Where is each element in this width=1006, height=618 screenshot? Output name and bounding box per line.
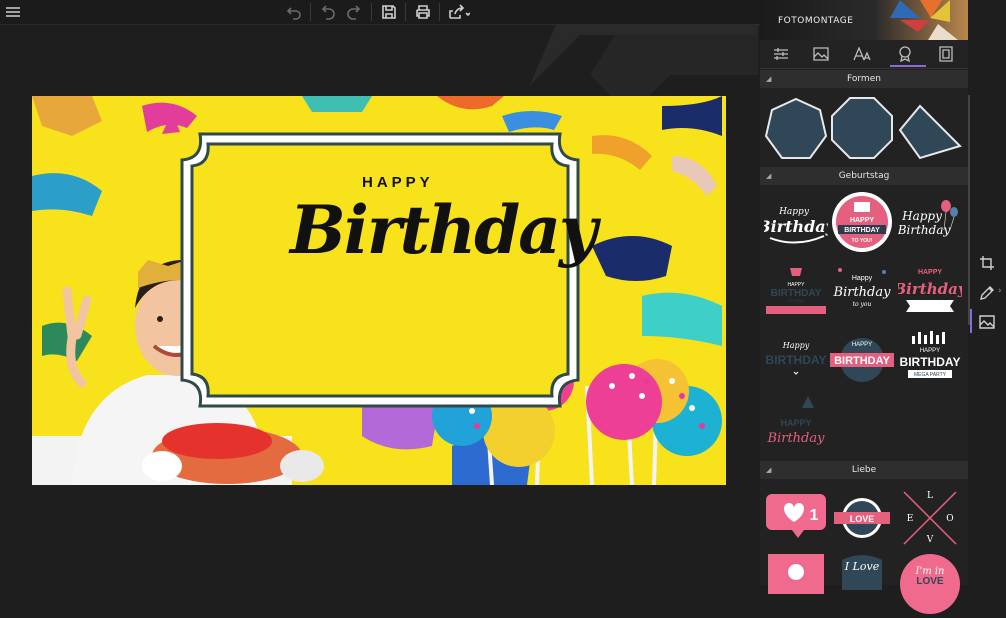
- sticker-text: HAPPY: [920, 348, 940, 354]
- printer-icon[interactable]: [413, 2, 433, 22]
- sticker-text: LOVE: [850, 514, 875, 524]
- photo-montage-image: [32, 96, 726, 485]
- sticker-happy-birthday-banner[interactable]: Happy BIRTHDAY: [764, 326, 828, 390]
- sticker-happy-birthday-confetti[interactable]: Happy Birthday to you: [830, 258, 894, 322]
- sticker-birthday-text: Birthday: [290, 191, 597, 269]
- sticker-text: HAPPY: [780, 418, 811, 428]
- badge-icon: [899, 46, 911, 62]
- sticker-love-pink-tag[interactable]: [764, 550, 828, 614]
- sticker-text: Happy: [901, 209, 942, 223]
- sticker-happy-birthday-script[interactable]: Happy Birthday: [756, 190, 837, 254]
- sticker-happy-birthday-party-hat[interactable]: HAPPY Birthday: [764, 392, 828, 456]
- panel-header-banner: FOTOMONTAGE: [760, 0, 968, 40]
- sticker-text: Birthday: [764, 217, 828, 236]
- sticker-love-badge[interactable]: LOVE: [830, 486, 894, 550]
- sticker-text: BIRTHDAY: [844, 227, 880, 234]
- section-header-birthday[interactable]: ◢ Geburtstag: [760, 167, 968, 185]
- collapse-triangle-icon: ◢: [766, 172, 772, 180]
- canvas-workspace[interactable]: HAPPY Birthday: [0, 25, 758, 585]
- photo-canvas[interactable]: HAPPY Birthday: [32, 96, 726, 485]
- undo-step-icon[interactable]: [318, 2, 338, 22]
- section-title: Liebe: [851, 465, 877, 475]
- sticker-text: MEGA PARTY: [914, 372, 947, 378]
- active-tool-indicator: [970, 309, 972, 333]
- sticker-panel: FOTOMONTAGE ◢ Formen ◢ Geburtstag Happy …: [756, 0, 968, 614]
- sticker-text: Birthday: [833, 285, 892, 300]
- sticker-text: V: [926, 535, 934, 545]
- sticker-text: Happy: [778, 207, 810, 217]
- undo-icon[interactable]: [284, 2, 304, 22]
- tab-adjust[interactable]: [766, 44, 796, 64]
- shape-heptagon[interactable]: [764, 96, 828, 160]
- sticker-text: HAPPY: [850, 217, 874, 224]
- sticker-text: BIRTHDAY: [900, 355, 961, 369]
- sticker-text: O: [946, 514, 953, 524]
- sticker-birthday-mega-party[interactable]: HAPPY BIRTHDAY MEGA PARTY: [898, 326, 962, 390]
- sticker-text: to you: [853, 301, 872, 308]
- section-title: Geburtstag: [838, 171, 890, 181]
- sticker-i-love[interactable]: I Love: [830, 550, 894, 614]
- top-toolbar: [0, 0, 760, 25]
- toolbar-divider: [310, 3, 311, 21]
- hamburger-icon[interactable]: [4, 2, 22, 22]
- sticker-birthday-badge-pink[interactable]: HAPPY BIRTHDAY TO YOU!: [830, 190, 894, 254]
- section-title: Formen: [847, 74, 881, 84]
- toolbar-divider: [405, 3, 406, 21]
- tab-frames[interactable]: [931, 44, 961, 64]
- sticker-happy-birthday-balloons[interactable]: Happy Birthday: [897, 190, 962, 254]
- shape-partial-row: [830, 88, 968, 94]
- sticker-text: TO YOU!: [852, 238, 873, 244]
- sticker-birthday-pink-ribbon[interactable]: HAPPY BIRTHDAY: [830, 326, 894, 390]
- panel-tabs: [760, 40, 968, 69]
- sticker-text: HAPPY: [852, 342, 872, 348]
- floppy-disk-icon[interactable]: [379, 2, 399, 22]
- side-toolbar: ›: [970, 0, 1006, 585]
- panel-title: FOTOMONTAGE: [778, 16, 854, 26]
- toolbar-divider: [371, 3, 372, 21]
- crop-icon[interactable]: [976, 252, 998, 274]
- sticker-im-in-love[interactable]: I'm in LOVE: [898, 550, 962, 614]
- sticker-text: L: [927, 491, 933, 501]
- tangram-banner-image: [890, 0, 958, 40]
- sticker-text: I Love: [844, 560, 880, 573]
- tab-text[interactable]: [847, 44, 877, 64]
- text-icon: [853, 47, 871, 61]
- sticker-love-counter[interactable]: 1: [764, 486, 828, 550]
- sticker-text: Happy: [852, 275, 873, 282]
- sticker-text: Birthday: [898, 223, 950, 237]
- sticker-text: HAPPY: [918, 269, 942, 276]
- collapse-triangle-icon: ◢: [766, 75, 772, 83]
- sticker-text: BIRTHDAY: [834, 355, 890, 367]
- toolbar-divider: [439, 3, 440, 21]
- sticker-text: TO YOU!: [788, 298, 804, 303]
- sticker-text: Birthday: [767, 431, 826, 446]
- shape-chevron[interactable]: [898, 96, 962, 160]
- sticker-happy-birthday-ribbon[interactable]: HAPPY Birthday: [892, 258, 968, 322]
- tab-images[interactable]: [806, 44, 836, 64]
- frame-icon: [939, 46, 953, 62]
- sticker-text: 1: [810, 507, 819, 524]
- image-icon: [813, 47, 829, 61]
- sliders-icon: [774, 48, 788, 60]
- sticker-happy-birthday-cupcake[interactable]: HAPPY BIRTHDAY TO YOU!: [764, 258, 828, 322]
- sticker-text: Birthday: [898, 280, 962, 298]
- share-icon[interactable]: [446, 2, 472, 22]
- shape-octagon[interactable]: [830, 96, 894, 160]
- sticker-text: Happy: [782, 341, 810, 350]
- photo-icon[interactable]: [976, 311, 998, 333]
- section-header-shapes[interactable]: ◢ Formen: [760, 70, 968, 88]
- sticker-text: LOVE: [916, 576, 944, 587]
- sticker-happy-text: HAPPY: [362, 174, 434, 191]
- section-header-love[interactable]: ◢ Liebe: [760, 461, 968, 479]
- expand-chevron-icon[interactable]: ›: [998, 286, 1002, 296]
- sticker-love-arrows[interactable]: L O V E: [898, 486, 962, 550]
- sticker-text: E: [907, 514, 914, 524]
- sticker-text: BIRTHDAY: [766, 353, 827, 367]
- redo-icon[interactable]: [344, 2, 364, 22]
- tab-stickers[interactable]: [890, 44, 920, 64]
- pencil-icon[interactable]: [976, 282, 998, 304]
- shapes-grid: [760, 88, 968, 168]
- active-tab-indicator: [890, 65, 926, 67]
- collapse-triangle-icon: ◢: [766, 466, 772, 474]
